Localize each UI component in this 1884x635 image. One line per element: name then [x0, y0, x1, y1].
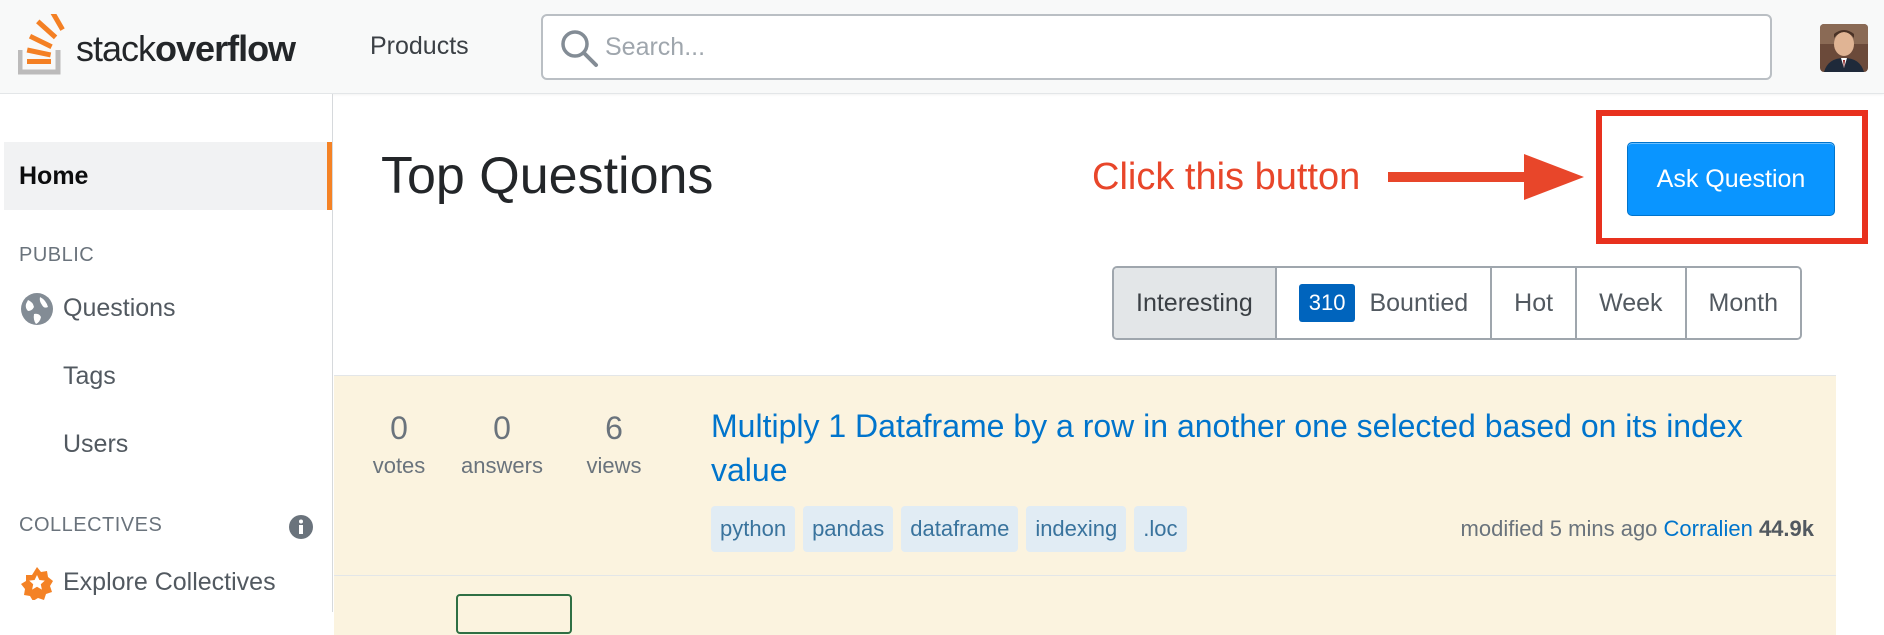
products-menu[interactable]: Products — [370, 32, 469, 61]
sidebar-item-questions[interactable]: Questions — [63, 294, 176, 323]
tag-pandas[interactable]: pandas — [803, 506, 894, 552]
collectives-icon — [21, 567, 53, 600]
section-label-collectives: COLLECTIVES — [19, 514, 163, 536]
modified-time: modified 5 mins ago — [1460, 516, 1658, 541]
tag-dataframe[interactable]: dataframe — [901, 506, 1019, 552]
question-title-link[interactable]: Multiply 1 Dataframe by a row in another… — [711, 404, 1821, 492]
annotation-arrow-icon — [1388, 154, 1584, 200]
question-summary: 0 votes 0 answers 6 views Multiply 1 Dat… — [334, 375, 1836, 575]
annotation-text: Click this button — [1092, 156, 1361, 198]
question-filter-tabs: Interesting 310 Bountied Hot Week Month — [1112, 266, 1803, 340]
sidebar-item-label: Home — [19, 162, 89, 190]
question-meta: modified 5 mins ago Corralien 44.9k — [1461, 516, 1814, 542]
tab-label: Bountied — [1369, 288, 1469, 317]
tab-week[interactable]: Week — [1577, 268, 1687, 338]
logo-wordmark: stackoverflow — [76, 28, 296, 69]
section-label-public: PUBLIC — [19, 244, 95, 266]
search-input[interactable] — [605, 16, 1745, 78]
page-title: Top Questions — [381, 147, 714, 205]
stackoverflow-logo-icon — [18, 14, 65, 75]
sidebar-item-users[interactable]: Users — [63, 430, 128, 459]
search-box[interactable] — [541, 14, 1772, 80]
tab-label: Interesting — [1136, 288, 1253, 317]
user-link[interactable]: Corralien — [1664, 516, 1753, 541]
tag-list: python pandas dataframe indexing .loc — [711, 506, 1187, 552]
globe-icon — [21, 293, 53, 325]
tab-label: Month — [1708, 288, 1779, 317]
question-summary — [334, 575, 1836, 635]
info-icon[interactable] — [289, 515, 313, 539]
tab-bountied[interactable]: 310 Bountied — [1276, 268, 1493, 338]
bounty-count-badge: 310 — [1298, 284, 1356, 322]
left-sidebar: Home PUBLIC Questions Tags Users COLLECT… — [0, 94, 333, 612]
search-icon — [561, 30, 598, 67]
vote-count: 0 votes — [372, 410, 426, 478]
tab-label: Hot — [1514, 288, 1554, 317]
stackoverflow-logo[interactable]: stackoverflow — [18, 14, 318, 76]
sidebar-item-tags[interactable]: Tags — [63, 362, 116, 391]
sidebar-item-home[interactable]: Home — [4, 142, 332, 210]
user-reputation: 44.9k — [1758, 516, 1814, 541]
sidebar-item-explore-collectives[interactable]: Explore Collectives — [63, 568, 276, 597]
view-count: 6 views — [586, 410, 642, 478]
tab-month[interactable]: Month — [1686, 268, 1801, 338]
main-content: Top Questions Click this button Ask Ques… — [334, 94, 1884, 635]
tag-indexing[interactable]: indexing — [1026, 506, 1127, 552]
tag-loc[interactable]: .loc — [1134, 506, 1187, 552]
answer-count: 0 answers — [461, 410, 543, 478]
tab-hot[interactable]: Hot — [1492, 268, 1578, 338]
tab-label: Week — [1599, 288, 1663, 317]
tab-interesting[interactable]: Interesting — [1114, 268, 1277, 338]
user-avatar[interactable] — [1820, 24, 1868, 72]
ask-question-button[interactable]: Ask Question — [1627, 142, 1835, 216]
answer-count-box — [456, 594, 572, 634]
top-bar: stackoverflow Products — [0, 0, 1884, 94]
tag-python[interactable]: python — [711, 506, 796, 552]
avatar-image — [1820, 24, 1868, 72]
question-list: 0 votes 0 answers 6 views Multiply 1 Dat… — [334, 375, 1836, 635]
